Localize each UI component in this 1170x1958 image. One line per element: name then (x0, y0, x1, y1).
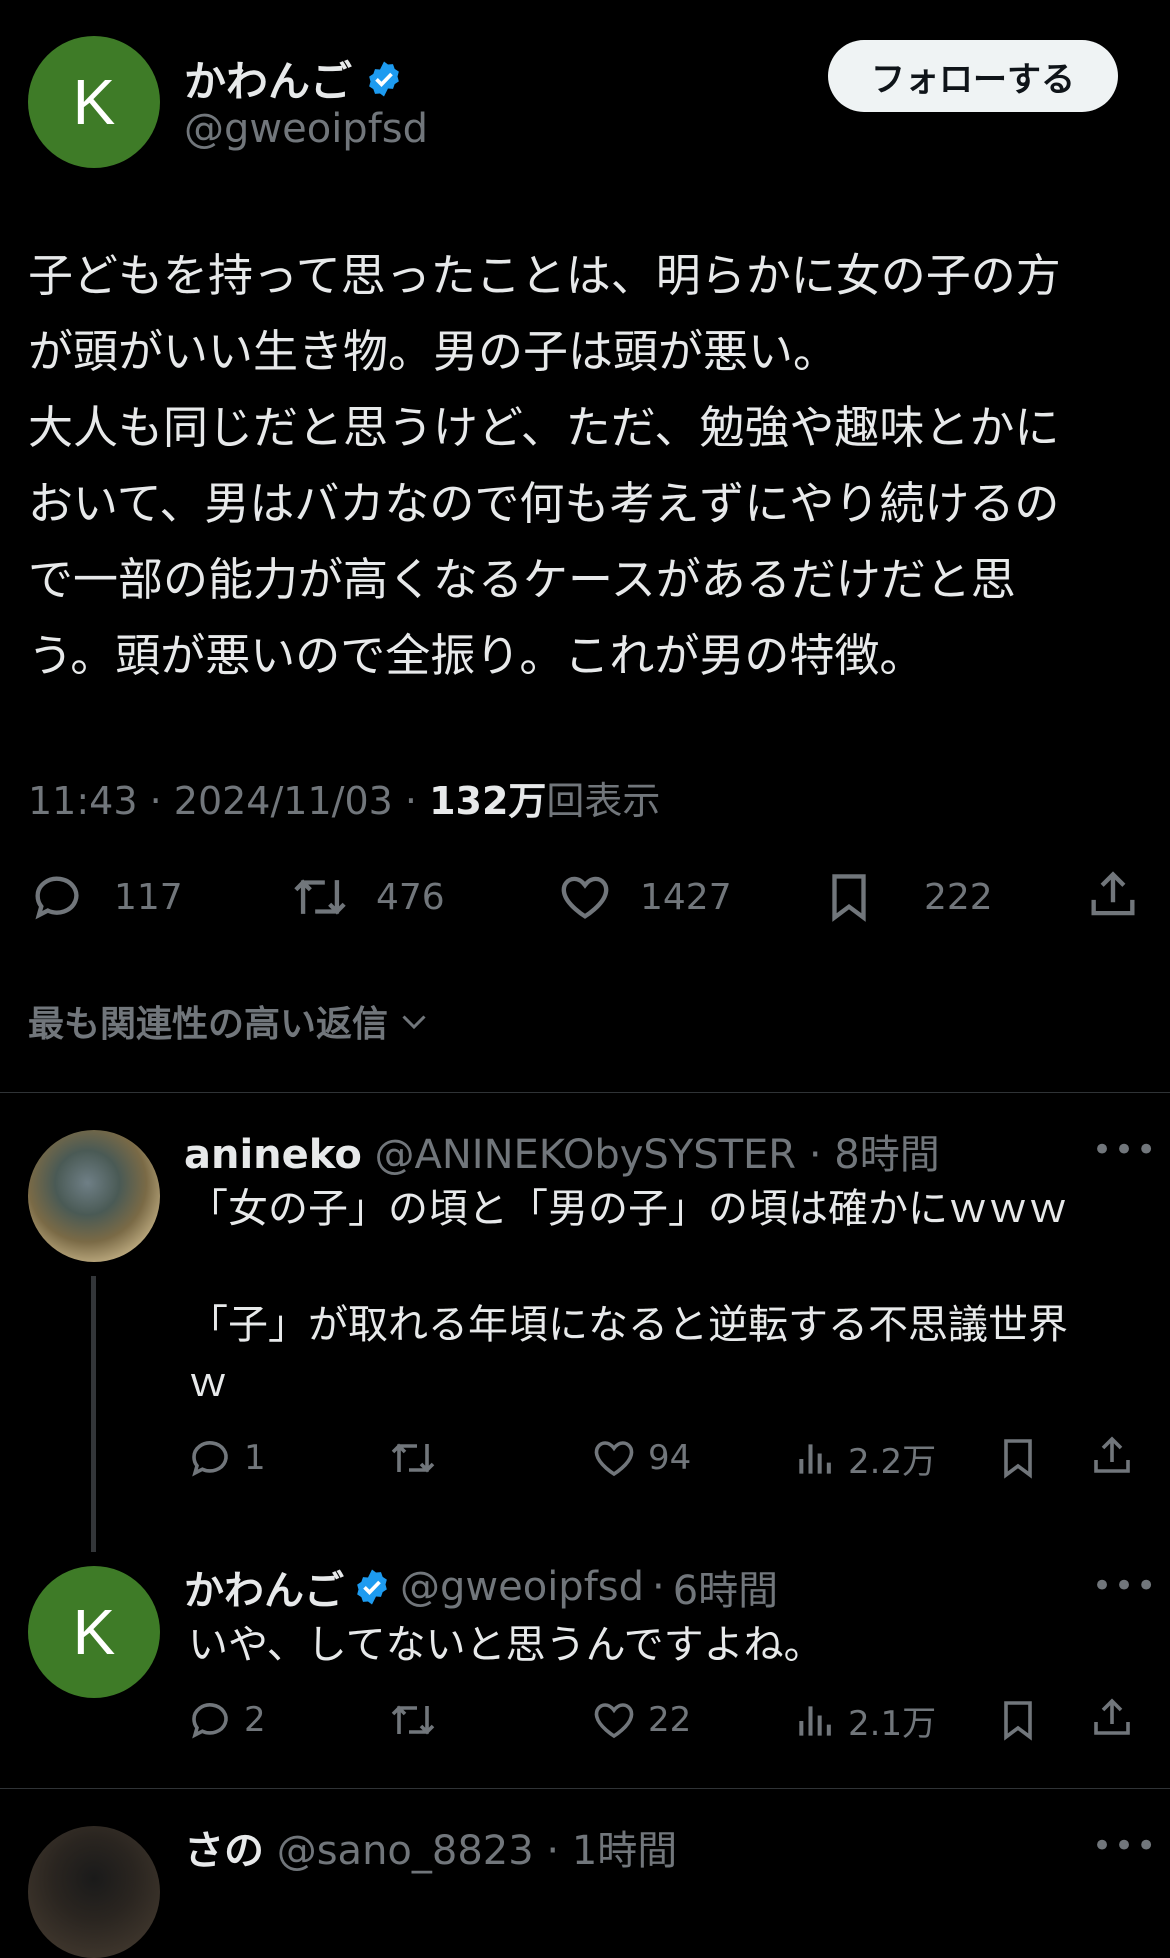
reply-text: いや、してないと思うんですよね。 (188, 1622, 824, 1668)
reply-icon (192, 1703, 228, 1739)
retweet-icon (294, 879, 346, 915)
tweet-text: 子どもを持って思ったことは、明らかに女の子の方 が頭がいい生き物。男の子は頭が悪… (28, 249, 1061, 682)
like-icon (594, 1703, 634, 1739)
reply-display-name[interactable]: かわんご (184, 1558, 344, 1616)
reply-button[interactable]: 117 (28, 868, 183, 926)
more-icon[interactable]: ••• (1092, 1130, 1158, 1170)
reply-text: 「女の子」の頃と「男の子」の頃は確かにｗｗｗ 「子」が取れる年頃になると逆転する… (188, 1186, 1068, 1406)
views-count: 2.1万 (848, 1704, 937, 1744)
tweet-date[interactable]: 2024/11/03 (174, 779, 393, 823)
retweet-icon (391, 1705, 435, 1735)
reply-button[interactable]: 2 (186, 1696, 266, 1744)
author-name-row[interactable]: かわんご (184, 48, 404, 109)
views-button[interactable]: 2.2万 (794, 1434, 936, 1483)
views-icon (799, 1705, 831, 1736)
reply-handle[interactable]: @sano_8823 (277, 1828, 534, 1874)
reply-count: 2 (244, 1700, 266, 1740)
bookmark-icon (832, 874, 866, 922)
tweet-meta: 11:43 · 2024/11/03 · 132万回表示 (28, 779, 661, 823)
like-button[interactable]: 1427 (556, 868, 732, 926)
reply-count: 117 (114, 876, 183, 918)
like-button[interactable]: 22 (590, 1696, 691, 1744)
bookmark-button[interactable] (994, 1434, 1042, 1482)
retweet-count: 476 (376, 876, 445, 918)
tweet-views-label: 回表示 (546, 779, 661, 823)
reply-header: さの @sano_8823 · 1時間 (184, 1828, 678, 1874)
share-button[interactable] (1088, 1432, 1136, 1480)
reply-time[interactable]: 8時間 (834, 1132, 939, 1178)
reply-icon (35, 876, 79, 920)
more-icon[interactable]: ••• (1092, 1566, 1158, 1606)
retweet-button[interactable] (386, 1696, 440, 1744)
verified-badge-icon (357, 1569, 387, 1605)
bookmark-button[interactable] (994, 1696, 1042, 1744)
reply-button[interactable]: 1 (186, 1434, 266, 1482)
like-icon (561, 876, 609, 919)
reply-header: かわんご @gweoipfsd · 6時間 (184, 1558, 778, 1616)
bookmark-icon (1004, 1439, 1032, 1479)
divider (0, 1788, 1170, 1789)
views-button[interactable]: 2.1万 (794, 1696, 936, 1745)
share-button[interactable] (1088, 1694, 1136, 1742)
share-icon (1091, 871, 1135, 916)
tweet-time[interactable]: 11:43 (28, 779, 138, 823)
reply-display-name[interactable]: さの (184, 1828, 264, 1874)
like-icon (594, 1441, 634, 1477)
verified-badge-icon (369, 61, 399, 96)
reply-sort-label: 最も関連性の高い返信 (28, 1004, 389, 1045)
author-avatar[interactable]: K (28, 36, 160, 168)
reply-handle[interactable]: @ANINEKObySYSTER (375, 1132, 797, 1178)
author-avatar-letter: K (72, 66, 116, 138)
more-icon[interactable]: ••• (1092, 1826, 1158, 1866)
divider (0, 1092, 1170, 1093)
author-display-name[interactable]: かわんご (184, 48, 352, 109)
retweet-icon (391, 1443, 435, 1473)
reply-avatar-letter: K (72, 1596, 116, 1668)
reply-header: anineko @ANINEKObySYSTER · 8時間 (184, 1132, 940, 1178)
tweet-views-count: 132万 (429, 779, 547, 823)
reply-avatar[interactable] (28, 1130, 160, 1262)
reply-count: 1 (244, 1438, 266, 1478)
bookmark-button[interactable]: 222 (820, 868, 993, 926)
like-count: 94 (648, 1438, 692, 1478)
reply-display-name[interactable]: anineko (184, 1132, 362, 1178)
views-icon (799, 1443, 831, 1474)
reply-time[interactable]: 6時間 (673, 1558, 778, 1616)
share-icon (1094, 1698, 1130, 1735)
author-handle[interactable]: @gweoipfsd (184, 106, 428, 152)
follow-button[interactable]: フォローする (828, 40, 1118, 112)
reply-time[interactable]: 1時間 (572, 1828, 677, 1874)
chevron-down-icon (402, 1015, 426, 1030)
bookmark-count: 222 (924, 876, 993, 918)
reply-sort-dropdown[interactable]: 最も関連性の高い返信 (28, 995, 432, 1047)
bookmark-icon (1004, 1701, 1032, 1741)
retweet-button[interactable] (386, 1434, 440, 1482)
share-icon (1094, 1436, 1130, 1473)
reply-icon (192, 1441, 228, 1477)
reply-avatar[interactable] (28, 1826, 160, 1958)
share-button[interactable] (1084, 866, 1142, 924)
thread-line (91, 1276, 96, 1552)
like-count: 1427 (640, 876, 732, 918)
reply-avatar[interactable]: K (28, 1566, 160, 1698)
like-count: 22 (648, 1700, 692, 1740)
like-button[interactable]: 94 (590, 1434, 691, 1482)
reply-handle[interactable]: @gweoipfsd (400, 1564, 644, 1610)
views-count: 2.2万 (848, 1442, 937, 1482)
retweet-button[interactable]: 476 (288, 868, 445, 926)
